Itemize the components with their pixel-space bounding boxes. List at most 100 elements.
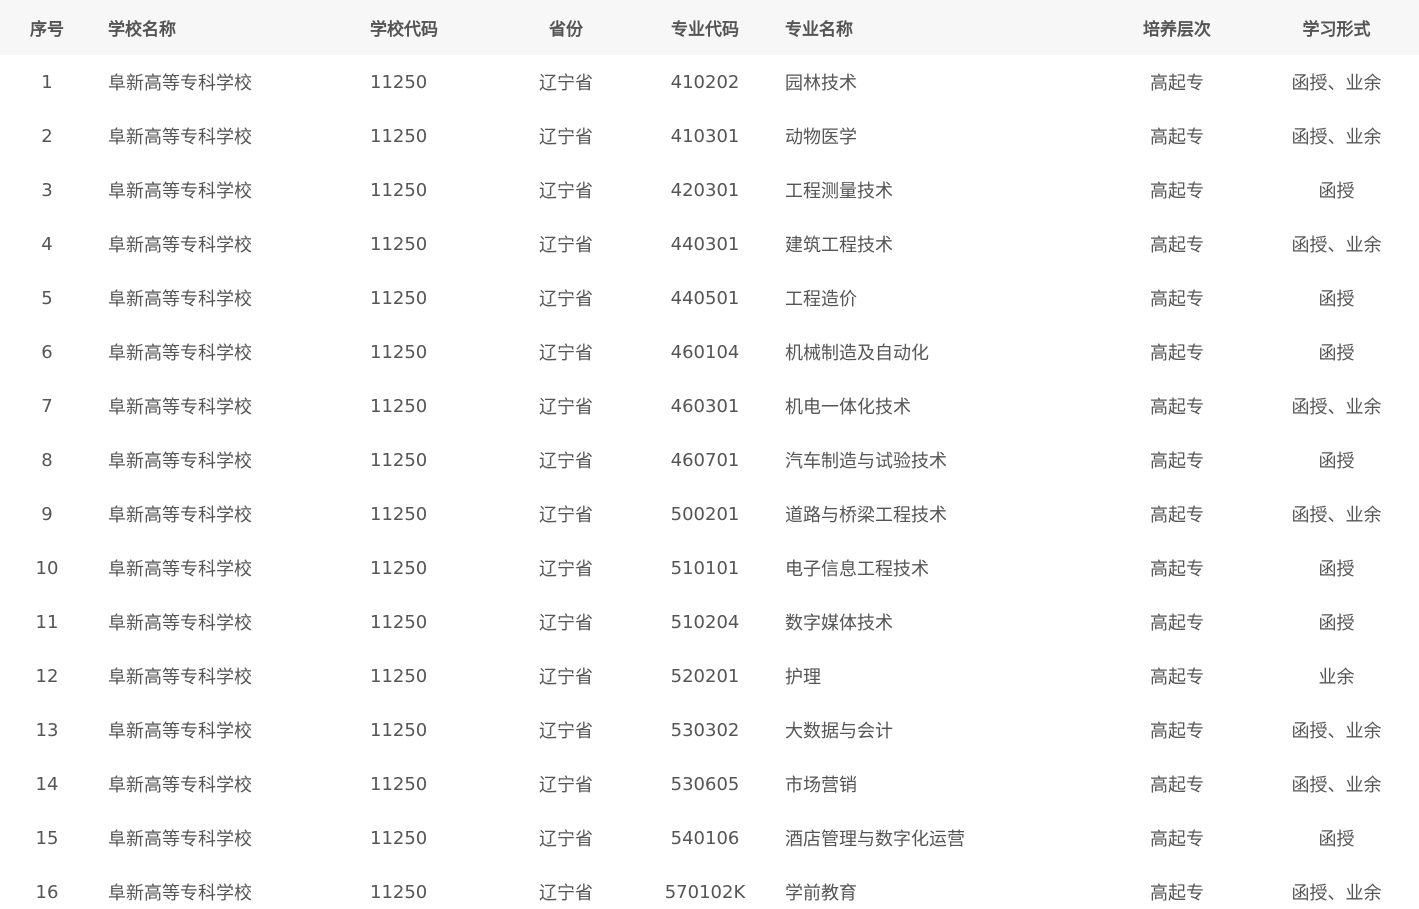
cell-study-form: 函授、业余 [1291, 127, 1382, 148]
cell-major-code: 570102K [664, 881, 746, 903]
cell-province: 辽宁省 [539, 289, 593, 310]
table-row: 10 阜新高等专科学校 11250 辽宁省 510101 电子信息工程技术 高起专 函授 [0, 541, 1419, 595]
cell-major-name: 电子信息工程技术 [785, 559, 929, 580]
table-row: 14 阜新高等专科学校 11250 辽宁省 530605 市场营销 高起专 函授、业余 [0, 757, 1419, 811]
cell-major-name: 数字媒体技术 [785, 613, 893, 634]
cell-major-code: 460104 [670, 341, 740, 363]
cell-study-form: 函授、业余 [1291, 73, 1382, 94]
cell-level: 高起专 [1150, 343, 1204, 364]
cell-school-name: 阜新高等专科学校 [108, 829, 252, 850]
table-row: 5 阜新高等专科学校 11250 辽宁省 440501 工程造价 高起专 函授 [0, 271, 1419, 325]
cell-level: 高起专 [1150, 289, 1204, 310]
cell-province: 辽宁省 [539, 127, 593, 148]
table-row: 7 阜新高等专科学校 11250 辽宁省 460301 机电一体化技术 高起专 函授、业余 [0, 379, 1419, 433]
table-row: 15 阜新高等专科学校 11250 辽宁省 540106 酒店管理与数字化运营 高起专 函授 [0, 811, 1419, 865]
cell-school-code: 11250 [370, 827, 428, 849]
header-school-code: 学校代码 [370, 20, 438, 40]
cell-school-code: 11250 [370, 611, 428, 633]
cell-school-name: 阜新高等专科学校 [108, 775, 252, 796]
cell-province: 辽宁省 [539, 721, 593, 742]
cell-school-code: 11250 [370, 395, 428, 417]
cell-major-name: 酒店管理与数字化运营 [785, 829, 965, 850]
cell-study-form: 函授、业余 [1291, 721, 1382, 742]
cell-level: 高起专 [1150, 235, 1204, 256]
cell-major-code: 440501 [670, 287, 740, 309]
cell-school-name: 阜新高等专科学校 [108, 73, 252, 94]
majors-table: 序号 学校名称 学校代码 省份 专业代码 专业名称 培养层次 学习形式 1 阜新高… [0, 0, 1419, 909]
header-school-name: 学校名称 [108, 20, 176, 40]
cell-major-name: 汽车制造与试验技术 [785, 451, 947, 472]
cell-level: 高起专 [1150, 559, 1204, 580]
cell-major-code: 530605 [670, 773, 740, 795]
cell-major-name: 工程造价 [785, 289, 857, 310]
cell-province: 辽宁省 [539, 829, 593, 850]
cell-major-code: 420301 [670, 179, 740, 201]
header-province: 省份 [549, 20, 583, 40]
cell-school-name: 阜新高等专科学校 [108, 505, 252, 526]
cell-school-name: 阜新高等专科学校 [108, 343, 252, 364]
cell-province: 辽宁省 [539, 505, 593, 526]
cell-index: 2 [41, 125, 53, 147]
cell-major-name: 机械制造及自动化 [785, 343, 929, 364]
cell-province: 辽宁省 [539, 775, 593, 796]
cell-index: 16 [35, 881, 59, 903]
header-study-form: 学习形式 [1302, 20, 1371, 40]
cell-major-code: 410202 [670, 71, 740, 93]
cell-province: 辽宁省 [539, 235, 593, 256]
cell-index: 10 [35, 557, 59, 579]
cell-major-name: 护理 [785, 667, 821, 688]
table-row: 1 阜新高等专科学校 11250 辽宁省 410202 园林技术 高起专 函授、业余 [0, 55, 1419, 109]
cell-index: 6 [41, 341, 53, 363]
cell-school-code: 11250 [370, 71, 428, 93]
cell-level: 高起专 [1150, 505, 1204, 526]
cell-study-form: 函授、业余 [1291, 775, 1382, 796]
cell-index: 11 [35, 611, 59, 633]
cell-province: 辽宁省 [539, 343, 593, 364]
cell-province: 辽宁省 [539, 883, 593, 904]
cell-index: 15 [35, 827, 59, 849]
cell-index: 1 [41, 71, 53, 93]
table-row: 2 阜新高等专科学校 11250 辽宁省 410301 动物医学 高起专 函授、业余 [0, 109, 1419, 163]
cell-school-code: 11250 [370, 665, 428, 687]
cell-major-name: 市场营销 [785, 775, 857, 796]
cell-province: 辽宁省 [539, 397, 593, 418]
cell-study-form: 业余 [1318, 667, 1355, 688]
cell-level: 高起专 [1150, 613, 1204, 634]
cell-index: 4 [41, 233, 53, 255]
cell-major-code: 520201 [670, 665, 740, 687]
table-row: 3 阜新高等专科学校 11250 辽宁省 420301 工程测量技术 高起专 函授 [0, 163, 1419, 217]
cell-major-code: 510101 [670, 557, 740, 579]
cell-province: 辽宁省 [539, 613, 593, 634]
cell-major-code: 460701 [670, 449, 740, 471]
cell-study-form: 函授、业余 [1291, 883, 1382, 904]
cell-school-name: 阜新高等专科学校 [108, 883, 252, 904]
cell-index: 5 [41, 287, 53, 309]
table-row: 4 阜新高等专科学校 11250 辽宁省 440301 建筑工程技术 高起专 函授、业余 [0, 217, 1419, 271]
table-row: 8 阜新高等专科学校 11250 辽宁省 460701 汽车制造与试验技术 高起专 函授 [0, 433, 1419, 487]
cell-index: 8 [41, 449, 53, 471]
header-major-code: 专业代码 [671, 20, 739, 40]
cell-study-form: 函授、业余 [1291, 235, 1382, 256]
cell-school-name: 阜新高等专科学校 [108, 235, 252, 256]
table-body: 1 阜新高等专科学校 11250 辽宁省 410202 园林技术 高起专 函授、业余 2 阜新高等… [0, 55, 1419, 909]
cell-school-code: 11250 [370, 503, 428, 525]
cell-school-code: 11250 [370, 719, 428, 741]
cell-index: 12 [35, 665, 59, 687]
cell-province: 辽宁省 [539, 451, 593, 472]
cell-major-code: 410301 [670, 125, 740, 147]
cell-study-form: 函授 [1318, 289, 1355, 310]
cell-province: 辽宁省 [539, 559, 593, 580]
cell-major-name: 道路与桥梁工程技术 [785, 505, 947, 526]
cell-major-name: 机电一体化技术 [785, 397, 911, 418]
table-header-row: 序号 学校名称 学校代码 省份 专业代码 专业名称 培养层次 学习形式 [0, 0, 1419, 55]
cell-level: 高起专 [1150, 181, 1204, 202]
cell-school-code: 11250 [370, 881, 428, 903]
cell-study-form: 函授、业余 [1291, 505, 1382, 526]
cell-major-code: 530302 [670, 719, 740, 741]
cell-school-name: 阜新高等专科学校 [108, 559, 252, 580]
table-row: 16 阜新高等专科学校 11250 辽宁省 570102K 学前教育 高起专 函授、业余 [0, 865, 1419, 909]
cell-school-code: 11250 [370, 557, 428, 579]
cell-school-name: 阜新高等专科学校 [108, 667, 252, 688]
cell-major-code: 540106 [670, 827, 740, 849]
cell-level: 高起专 [1150, 397, 1204, 418]
